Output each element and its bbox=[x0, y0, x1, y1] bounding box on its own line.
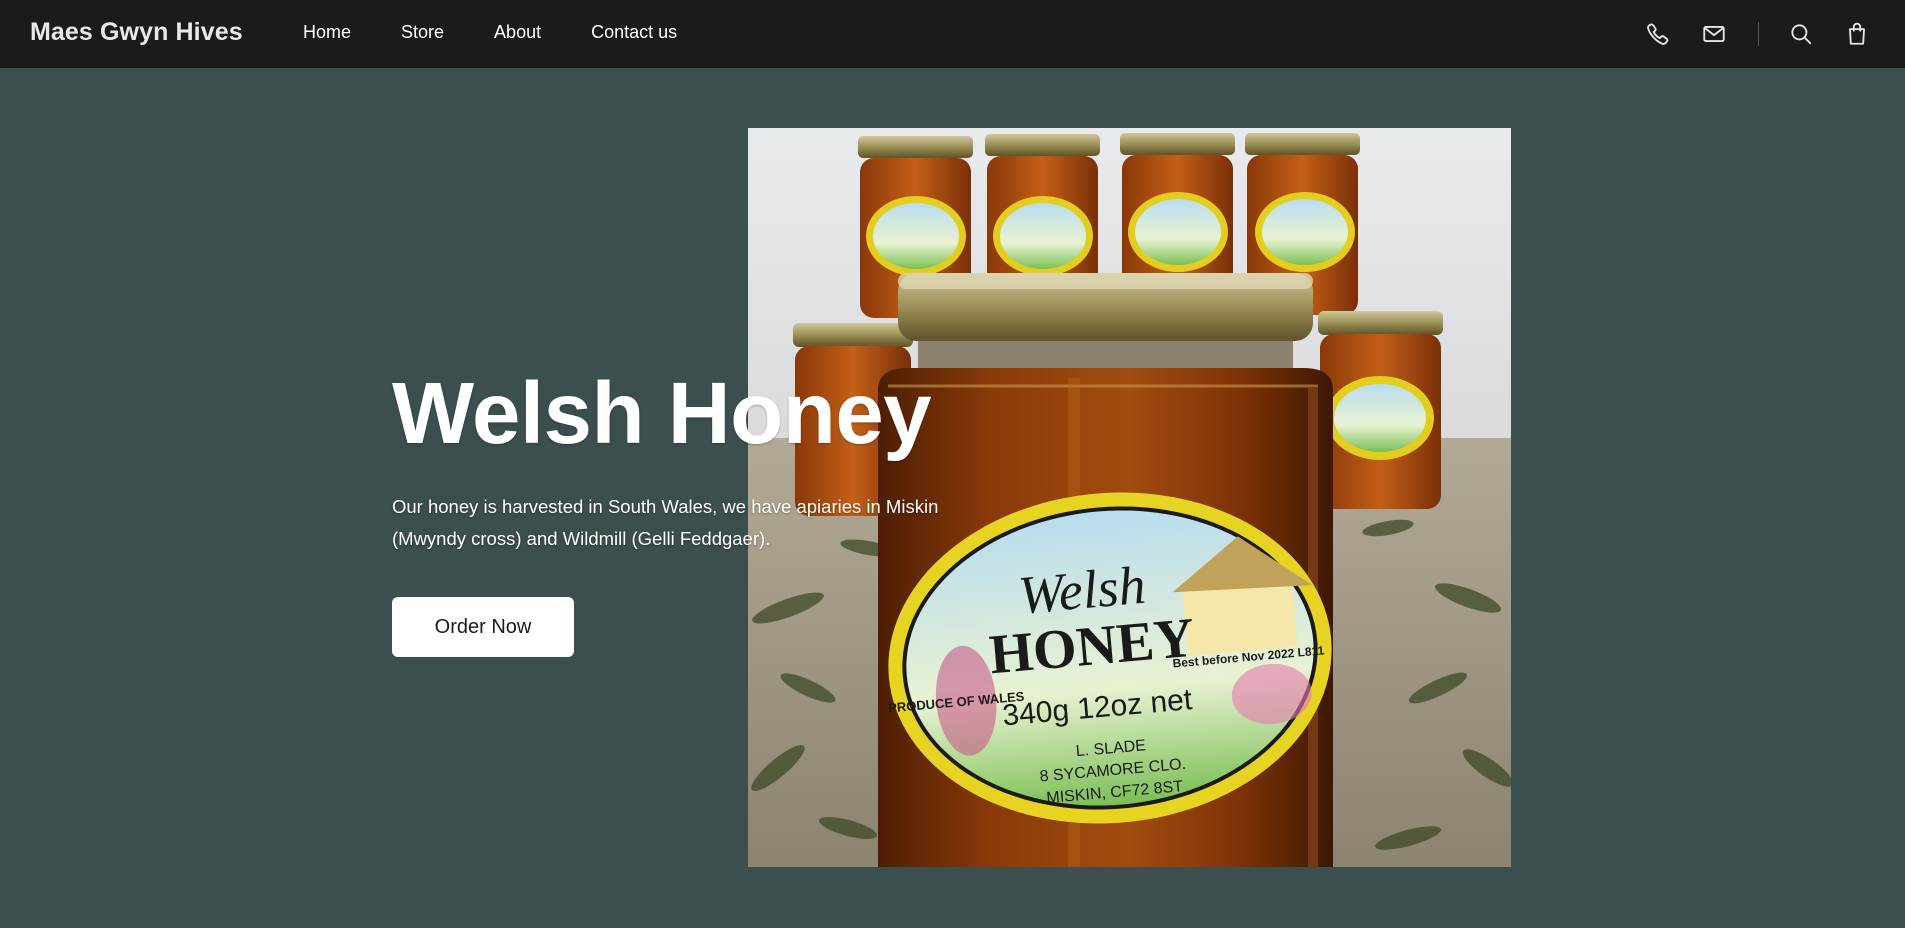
search-icon[interactable] bbox=[1783, 16, 1819, 52]
header-icons bbox=[1640, 16, 1875, 52]
hero-title: Welsh Honey bbox=[392, 365, 932, 462]
icon-divider bbox=[1758, 22, 1759, 46]
phone-icon[interactable] bbox=[1640, 16, 1676, 52]
hero-section: Welsh Honey Our honey is harvested in So… bbox=[392, 370, 1012, 657]
order-now-button[interactable]: Order Now bbox=[392, 597, 574, 657]
nav-about-link[interactable]: About bbox=[494, 22, 541, 43]
shopping-bag-icon[interactable] bbox=[1839, 16, 1875, 52]
nav-contact-link[interactable]: Contact us bbox=[591, 22, 677, 43]
top-navigation-bar: Maes Gwyn Hives Home Store About Contact… bbox=[0, 0, 1905, 68]
brand-logo[interactable]: Maes Gwyn Hives bbox=[30, 18, 243, 47]
hero-description: Our honey is harvested in South Wales, w… bbox=[392, 496, 939, 549]
nav-store-link[interactable]: Store bbox=[401, 22, 444, 43]
nav-home-link[interactable]: Home bbox=[303, 22, 351, 43]
mail-icon[interactable] bbox=[1696, 16, 1732, 52]
main-nav: Home Store About Contact us bbox=[303, 22, 677, 43]
